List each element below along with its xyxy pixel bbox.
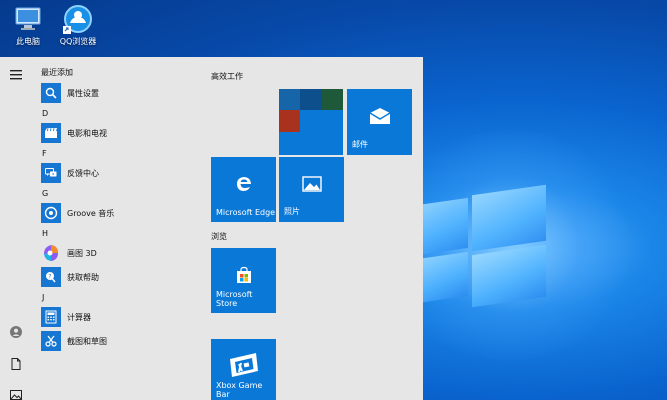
app-name: 计算器 [67,312,91,322]
tile-label: Microsoft Store [216,290,253,308]
mini-tile [279,110,300,132]
app-item-film-tv[interactable]: 电影和电视 [36,121,196,145]
user-account-icon[interactable] [8,324,24,340]
hamburger-menu-icon[interactable] [8,67,24,83]
calculator-icon [41,307,61,327]
mini-tile [300,89,322,110]
group-letter-f[interactable]: F [36,147,196,161]
windows-logo [410,178,560,308]
app-item-groove[interactable]: Groove 音乐 [36,201,196,225]
recent-header: 最近添加 [41,68,73,77]
start-rail [0,57,32,400]
start-menu: 最近添加 属性设置 D 电影和电视 F 反馈中心 G Groove 音乐 H 画… [0,57,423,400]
app-name: 获取帮助 [67,272,99,282]
help-icon: ? [41,267,61,287]
app-name: 画图 3D [67,248,97,258]
paint3d-icon [41,243,61,263]
app-item-calculator[interactable]: 计算器 [36,305,196,329]
group-letter-j[interactable]: J [36,291,196,305]
tile-label: Microsoft Edge [216,208,276,217]
desktop-icon-label: 此电脑 [16,37,40,46]
tile-microsoft-store[interactable]: Microsoft Store [211,248,276,313]
tile-xbox-game-bar[interactable]: Xbox Game Bar [211,339,276,400]
groove-icon [41,203,61,223]
app-item-snip-sketch[interactable]: 截图和草图 [36,329,196,353]
mini-tile [279,89,300,110]
app-name: 反馈中心 [67,168,99,178]
mini-tile [300,110,343,155]
game-bar-icon [226,351,262,385]
desktop-icon-label: QQ浏览器 [59,37,97,46]
mail-icon [369,107,391,129]
tile-photos[interactable]: 照片 [279,157,344,222]
tile-label: Xbox Game Bar [216,381,263,399]
group-letter-d[interactable]: D [36,107,196,121]
properties-icon [41,83,61,103]
app-item-get-help[interactable]: ? 获取帮助 [36,265,196,289]
edge-icon [234,174,254,198]
computer-icon [13,4,43,34]
group-letter-g[interactable]: G [36,187,196,201]
tile-office-cluster[interactable] [279,89,343,155]
snip-icon [41,331,61,351]
svg-text:?: ? [48,273,51,280]
app-item-feedback[interactable]: 反馈中心 [36,161,196,185]
app-name: 截图和草图 [67,336,107,346]
app-name: 属性设置 [67,88,99,98]
desktop-icon-qq-browser[interactable]: QQ浏览器 [50,2,106,47]
group-letter-h[interactable]: H [36,227,196,241]
mini-tile [322,89,343,110]
documents-icon[interactable] [8,356,24,372]
section-header-productivity[interactable]: 高效工作 [211,71,243,82]
tile-label: 照片 [284,207,300,216]
tile-label: 邮件 [352,140,368,149]
tile-mail[interactable]: 邮件 [347,89,412,155]
film-icon [41,123,61,143]
feedback-icon [41,163,61,183]
app-item-paint3d[interactable]: 画图 3D [36,241,196,265]
qq-browser-icon [63,4,93,34]
tile-microsoft-edge[interactable]: Microsoft Edge [211,157,276,222]
photos-icon [301,175,322,196]
desktop-icon-this-pc[interactable]: 此电脑 [0,2,56,47]
app-name: 电影和电视 [67,128,107,138]
section-header-browse[interactable]: 浏览 [211,231,227,242]
app-list: 最近添加 属性设置 D 电影和电视 F 反馈中心 G Groove 音乐 H 画… [36,65,196,353]
app-name: Groove 音乐 [67,208,115,218]
app-item-properties[interactable]: 属性设置 [36,81,196,105]
store-icon [235,266,253,288]
pictures-icon[interactable] [8,387,24,400]
